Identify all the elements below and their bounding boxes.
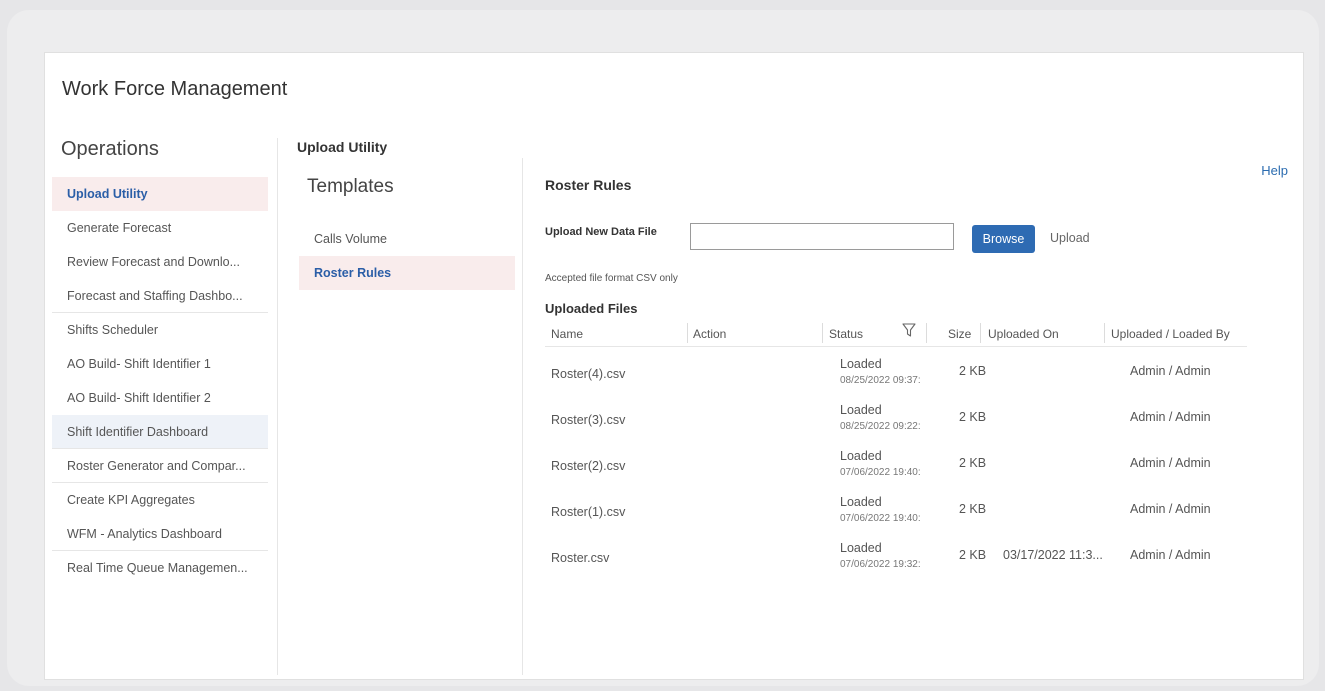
filter-icon[interactable] [902, 322, 916, 338]
column-separator [980, 323, 981, 343]
column-header-status[interactable]: Status [829, 327, 863, 341]
cell-file-name: Roster(4).csv [551, 367, 626, 381]
template-item-calls-volume[interactable]: Calls Volume [299, 222, 515, 256]
table-row[interactable]: Roster(4).csv Loaded 08/25/2022 09:37: 2… [45, 354, 1303, 400]
nav-item-generate-forecast[interactable]: Generate Forecast [52, 211, 268, 245]
column-header-uploaded-by[interactable]: Uploaded / Loaded By [1111, 327, 1230, 341]
cell-status-date: 07/06/2022 19:40: [840, 467, 921, 478]
table-row[interactable]: Roster(1).csv Loaded 07/06/2022 19:40: 2… [45, 492, 1303, 538]
cell-size: 2 KB [959, 456, 987, 470]
nav-item-forecast-staffing-dashboard[interactable]: Forecast and Staffing Dashbo... [52, 279, 268, 313]
cell-status: Loaded [840, 403, 882, 417]
window-frame: Work Force Management Operations Upload … [7, 10, 1319, 686]
file-path-input[interactable] [690, 223, 954, 250]
column-header-uploaded-on[interactable]: Uploaded On [988, 327, 1059, 341]
column-separator [926, 323, 927, 343]
cell-uploaded-by: Admin / Admin [1130, 502, 1211, 516]
table-row[interactable]: Roster(2).csv Loaded 07/06/2022 19:40: 2… [45, 446, 1303, 492]
template-item-roster-rules[interactable]: Roster Rules [299, 256, 515, 290]
upload-utility-title: Upload Utility [297, 139, 388, 155]
cell-uploaded-by: Admin / Admin [1130, 410, 1211, 424]
cell-status: Loaded [840, 495, 882, 509]
cell-status: Loaded [840, 449, 882, 463]
table-row[interactable]: Roster.csv Loaded 07/06/2022 19:32: 2 KB… [45, 538, 1303, 584]
nav-item-shifts-scheduler[interactable]: Shifts Scheduler [52, 313, 268, 347]
uploaded-files-title: Uploaded Files [545, 301, 638, 316]
cell-size: 2 KB [959, 548, 987, 562]
upload-file-label: Upload New Data File [545, 226, 657, 238]
column-header-action[interactable]: Action [693, 327, 726, 341]
cell-file-name: Roster.csv [551, 551, 610, 565]
cell-file-name: Roster(2).csv [551, 459, 626, 473]
cell-status-date: 07/06/2022 19:40: [840, 513, 921, 524]
cell-uploaded-by: Admin / Admin [1130, 364, 1211, 378]
upload-button[interactable]: Upload [1050, 231, 1090, 245]
table-header-divider [545, 346, 1247, 347]
templates-title: Templates [307, 176, 394, 197]
operations-title: Operations [61, 138, 159, 160]
cell-uploaded-by: Admin / Admin [1130, 548, 1211, 562]
cell-size: 2 KB [959, 502, 987, 516]
column-header-size[interactable]: Size [948, 327, 971, 341]
cell-size: 2 KB [959, 364, 987, 378]
cell-status-date: 08/25/2022 09:37: [840, 375, 921, 386]
templates-list: Calls Volume Roster Rules [299, 222, 515, 290]
cell-status: Loaded [840, 357, 882, 371]
cell-status: Loaded [840, 541, 882, 555]
column-separator [1104, 323, 1105, 343]
cell-file-name: Roster(3).csv [551, 413, 626, 427]
column-separator [822, 323, 823, 343]
browse-button[interactable]: Browse [972, 225, 1035, 253]
column-header-name[interactable]: Name [551, 327, 583, 341]
accepted-format-note: Accepted file format CSV only [545, 273, 678, 284]
app-title: Work Force Management [62, 78, 288, 100]
cell-status-date: 07/06/2022 19:32: [840, 559, 921, 570]
help-link[interactable]: Help [1261, 163, 1288, 178]
app-card: Work Force Management Operations Upload … [44, 52, 1304, 680]
cell-uploaded-on: 03/17/2022 11:3... [1003, 548, 1103, 562]
table-row[interactable]: Roster(3).csv Loaded 08/25/2022 09:22: 2… [45, 400, 1303, 446]
cell-status-date: 08/25/2022 09:22: [840, 421, 921, 432]
cell-size: 2 KB [959, 410, 987, 424]
column-separator [687, 323, 688, 343]
cell-uploaded-by: Admin / Admin [1130, 456, 1211, 470]
nav-item-review-forecast[interactable]: Review Forecast and Downlo... [52, 245, 268, 279]
nav-item-upload-utility[interactable]: Upload Utility [52, 177, 268, 211]
section-title: Roster Rules [545, 177, 632, 193]
cell-file-name: Roster(1).csv [551, 505, 626, 519]
